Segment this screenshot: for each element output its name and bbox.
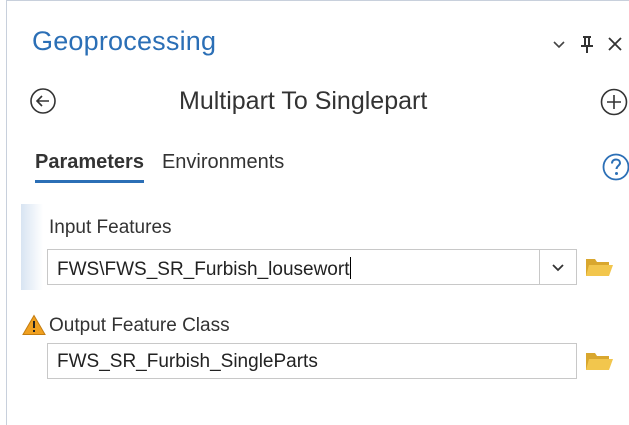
- input-features-field[interactable]: FWS\FWS_SR_Furbish_lousewort: [47, 249, 577, 285]
- text-caret: [350, 257, 352, 279]
- close-icon[interactable]: [601, 30, 629, 58]
- warning-icon: [22, 314, 46, 336]
- pane-controls: [545, 29, 629, 59]
- input-features-dropdown[interactable]: [539, 250, 576, 284]
- back-arrow-icon[interactable]: [29, 87, 57, 115]
- tool-title: Multipart To Singlepart: [179, 87, 428, 115]
- tab-parameters[interactable]: Parameters: [35, 151, 144, 183]
- geoprocessing-pane: Geoprocessing Multipart To Singlepart Pa…: [6, 0, 629, 425]
- input-features-label: Input Features: [49, 217, 172, 238]
- output-feature-class-label: Output Feature Class: [49, 315, 230, 336]
- chevron-down-icon[interactable]: [545, 30, 573, 58]
- active-row-indicator: [21, 204, 43, 290]
- tab-environments[interactable]: Environments: [162, 151, 284, 183]
- folder-icon[interactable]: [584, 349, 614, 373]
- pane-title: Geoprocessing: [32, 26, 217, 56]
- add-icon[interactable]: [599, 87, 629, 117]
- output-feature-class-value: FWS_SR_Furbish_SingleParts: [57, 351, 318, 372]
- help-icon[interactable]: [601, 152, 629, 182]
- tab-bar: Parameters Environments: [35, 151, 284, 183]
- pin-icon[interactable]: [573, 30, 601, 58]
- chevron-down-icon: [552, 264, 564, 272]
- folder-icon[interactable]: [584, 255, 614, 279]
- output-feature-class-field[interactable]: FWS_SR_Furbish_SingleParts: [47, 343, 577, 379]
- input-features-value: FWS\FWS_SR_Furbish_lousewort: [57, 259, 350, 280]
